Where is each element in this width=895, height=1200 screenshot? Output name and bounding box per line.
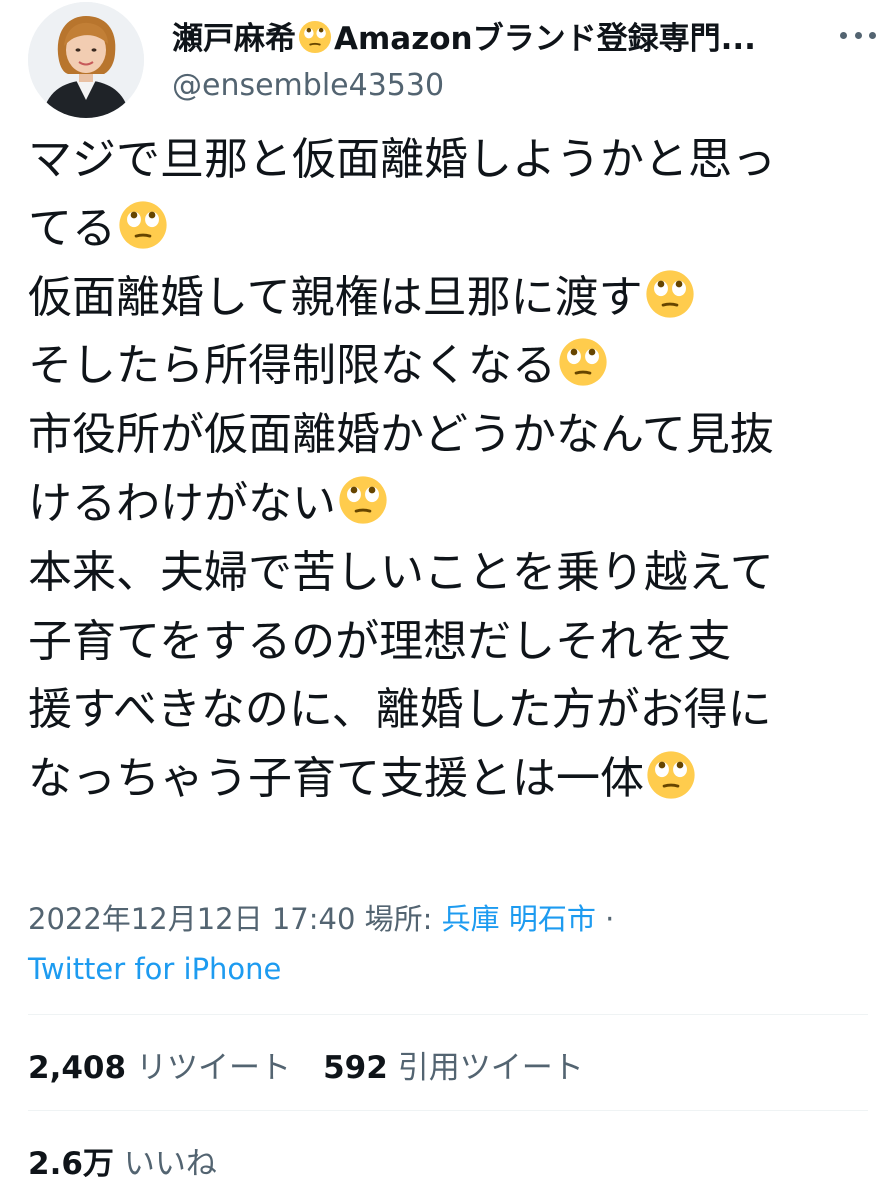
tweet-line: 援すべきなのに、離婚した方がお得に <box>28 676 878 745</box>
tweet-line-text: 本来、夫婦で苦しいことを乗り越えて <box>28 546 774 598</box>
face-with-rolling-eyes-emoji <box>558 337 608 387</box>
meta-separator: · <box>605 902 615 936</box>
display-name[interactable]: 瀬戸麻希 <box>172 21 296 57</box>
quotes-label: 引用ツイート <box>397 1050 584 1086</box>
likes-label: いいね <box>123 1146 217 1182</box>
tweet-line-text: てる <box>28 202 116 254</box>
tweet-timestamp[interactable]: 2022年12月12日 17:40 <box>28 902 355 936</box>
tweet-line-text: そしたら所得制限なくなる <box>28 340 556 392</box>
tweet-line-text: 援すべきなのに、離婚した方がお得に <box>28 684 772 736</box>
author-handle[interactable]: @ensemble43530 <box>172 66 444 106</box>
tweet-line: なっちゃう子育て支援とは一体 <box>28 745 878 814</box>
tweet-line-text: マジで旦那と仮面離婚しようかと思っ <box>28 134 776 185</box>
tweet-line: マジで旦那と仮面離婚しようかと思っ <box>28 126 878 195</box>
tweet-line: けるわけがない <box>28 470 878 539</box>
retweets-stat[interactable]: 2,408 リツイート <box>28 1050 291 1086</box>
author-name-row[interactable]: 瀬戸麻希 Amazonブランド登録専門... <box>172 14 812 64</box>
avatar-photo <box>28 2 144 118</box>
more-options-icon[interactable] <box>840 20 876 50</box>
face-with-rolling-eyes-emoji <box>338 475 388 525</box>
retweets-label: リツイート <box>136 1050 292 1086</box>
tweet-line: 市役所が仮面離婚かどうかなんて見抜 <box>28 401 878 470</box>
quotes-count: 592 <box>323 1050 388 1086</box>
retweets-count: 2,408 <box>28 1050 127 1086</box>
more-dot <box>869 31 876 39</box>
divider <box>28 1110 868 1111</box>
more-dot <box>854 31 862 39</box>
tweet-source-link[interactable]: Twitter for iPhone <box>28 948 281 990</box>
place-link[interactable]: 兵庫 明石市 <box>442 902 596 936</box>
tweet-line: そしたら所得制限なくなる <box>28 332 878 401</box>
face-with-rolling-eyes-emoji <box>118 200 168 250</box>
place-label: 場所: <box>364 902 433 936</box>
quotes-stat[interactable]: 592 引用ツイート <box>323 1050 584 1086</box>
tweet-line-text: なっちゃう子育て支援とは一体 <box>28 753 644 805</box>
tweet-line: 本来、夫婦で苦しいことを乗り越えて <box>28 539 878 608</box>
engagement-stats: 2,408 リツイート 592 引用ツイート <box>28 1046 584 1090</box>
tweet-line: 子育てをするのが理想だしそれを支 <box>28 608 878 677</box>
face-with-rolling-eyes-emoji <box>645 269 695 319</box>
more-dot <box>840 31 847 39</box>
avatar[interactable] <box>28 2 144 118</box>
face-with-rolling-eyes-emoji <box>298 20 332 54</box>
face-with-rolling-eyes-emoji <box>646 750 696 800</box>
tweet-line-text: 市役所が仮面離婚かどうかなんて見抜 <box>28 409 774 461</box>
likes-stat[interactable]: 2.6万 いいね <box>28 1142 217 1186</box>
tweet-line: 仮面離婚して親権は旦那に渡す <box>28 264 878 333</box>
tweet-line-text: 子育てをするのが理想だしそれを支 <box>28 615 732 667</box>
divider <box>28 1014 868 1015</box>
tweet-line: てる <box>28 195 878 264</box>
tweet-line-text: けるわけがない <box>28 477 336 529</box>
likes-count: 2.6万 <box>28 1146 114 1182</box>
tweet-line-text: 仮面離婚して親権は旦那に渡す <box>28 271 643 323</box>
tweet-meta: 2022年12月12日 17:40 場所: 兵庫 明石市 · <box>28 898 614 940</box>
display-name-suffix[interactable]: Amazonブランド登録専門... <box>334 21 756 57</box>
tweet-header: 瀬戸麻希 Amazonブランド登録専門... @ensemble43530 <box>0 0 895 120</box>
tweet-text: マジで旦那と仮面離婚しようかと思っ てる 仮面離婚して親権は旦那に渡す そしたら… <box>28 126 878 814</box>
